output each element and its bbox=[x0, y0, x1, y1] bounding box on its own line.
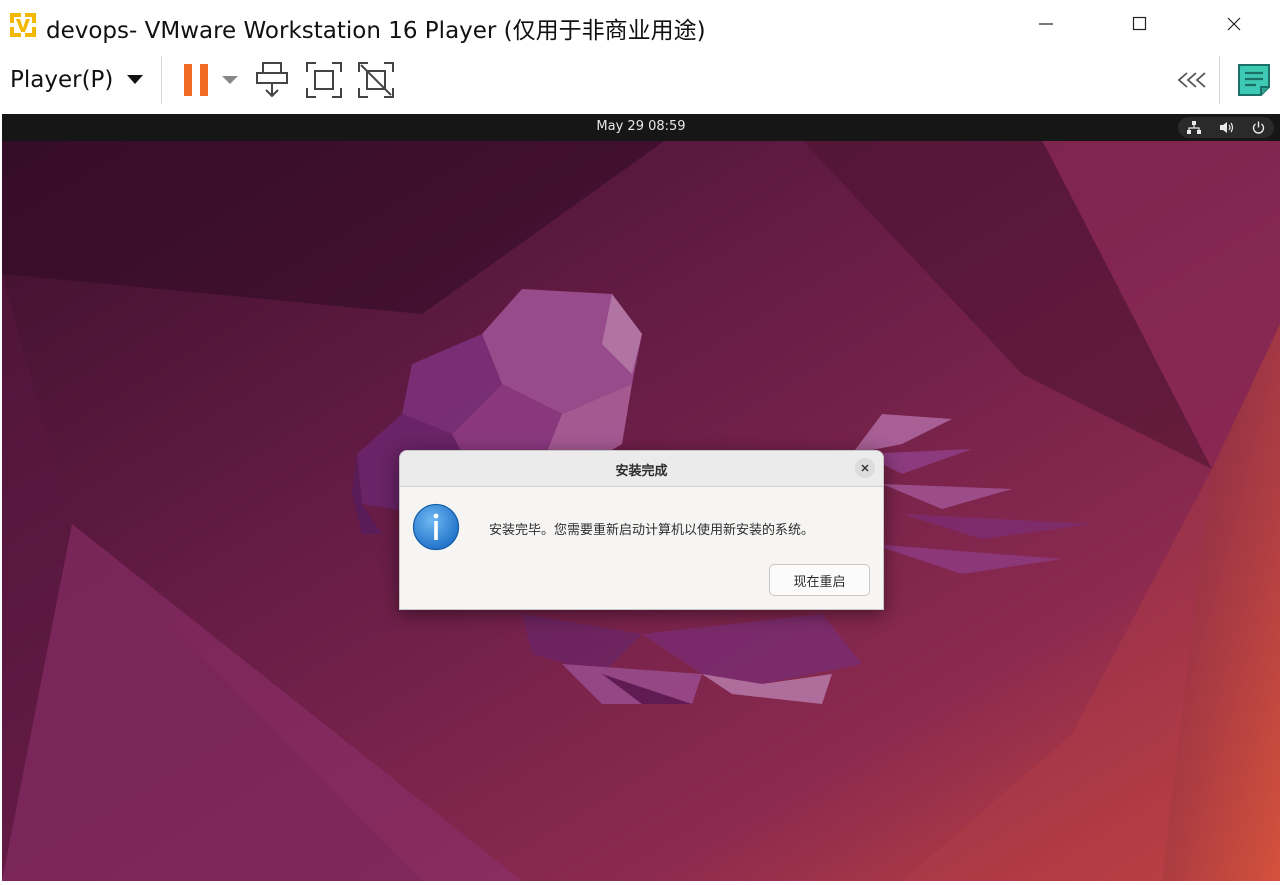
unity-button[interactable] bbox=[356, 60, 396, 100]
vmware-player-window: devops- VMware Workstation 16 Player (仅用… bbox=[0, 0, 1282, 885]
power-icon bbox=[1252, 121, 1265, 134]
close-icon bbox=[861, 464, 869, 472]
chevron-down-icon bbox=[127, 75, 144, 84]
player-menu[interactable]: Player(P) bbox=[10, 60, 144, 100]
minimize-button[interactable] bbox=[1023, 6, 1069, 42]
info-icon bbox=[412, 503, 460, 551]
toolbar-divider bbox=[161, 56, 162, 104]
network-icon bbox=[1187, 121, 1201, 134]
dialog-title: 安装完成 bbox=[615, 464, 668, 479]
pause-icon bbox=[184, 64, 208, 96]
pause-button[interactable] bbox=[180, 62, 212, 98]
unity-icon bbox=[358, 62, 394, 98]
dropdown-arrow-icon bbox=[222, 75, 238, 84]
close-button[interactable] bbox=[1211, 6, 1257, 42]
send-ctrl-alt-del-button[interactable] bbox=[254, 60, 290, 100]
maximize-button[interactable] bbox=[1117, 6, 1163, 42]
collapse-toolbar-icon bbox=[1177, 72, 1206, 88]
title-bar[interactable]: devops- VMware Workstation 16 Player (仅用… bbox=[0, 0, 1282, 48]
window-title: devops- VMware Workstation 16 Player (仅用… bbox=[46, 18, 706, 44]
maximize-icon bbox=[1132, 16, 1147, 31]
clock[interactable]: May 29 08:59 bbox=[2, 119, 1280, 134]
dialog-close-button[interactable] bbox=[855, 458, 875, 478]
toolbar: Player(P) bbox=[0, 48, 1282, 113]
fullscreen-button[interactable] bbox=[304, 60, 344, 100]
dialog-header[interactable]: 安装完成 bbox=[400, 451, 883, 487]
player-menu-label: Player(P) bbox=[10, 67, 114, 93]
message-log-button[interactable] bbox=[1234, 61, 1274, 99]
send-ctrl-alt-del-icon bbox=[256, 62, 288, 98]
toolbar-divider bbox=[1219, 56, 1220, 104]
close-icon bbox=[1227, 17, 1241, 31]
gnome-top-bar: May 29 08:59 bbox=[2, 114, 1280, 141]
install-complete-dialog: 安装完成 安装完毕。您需要重新启动计算机以使用新安装的系统。 现在重启 bbox=[399, 450, 884, 610]
message-log-icon bbox=[1238, 64, 1270, 96]
restart-now-button[interactable]: 现在重启 bbox=[769, 564, 870, 596]
fullscreen-icon bbox=[306, 62, 342, 98]
vmware-logo-icon bbox=[9, 11, 37, 39]
collapse-toolbar-button[interactable] bbox=[1174, 66, 1210, 94]
power-options-dropdown[interactable] bbox=[220, 74, 240, 86]
system-tray[interactable] bbox=[1178, 117, 1274, 138]
minimize-icon bbox=[1039, 23, 1053, 25]
dialog-message: 安装完毕。您需要重新启动计算机以使用新安装的系统。 bbox=[489, 523, 815, 538]
volume-icon bbox=[1220, 122, 1234, 133]
